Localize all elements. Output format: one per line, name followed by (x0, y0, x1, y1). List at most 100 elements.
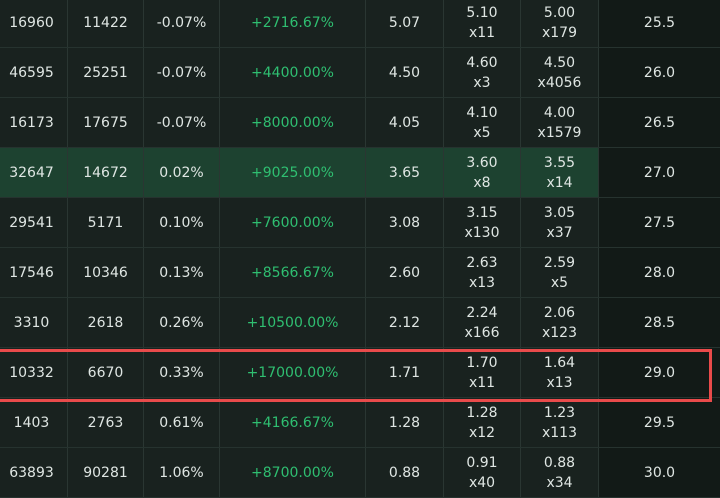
open-interest-cell: 25251 (68, 48, 144, 97)
ask-price: 2.63 (466, 254, 498, 271)
bid-size: x34 (546, 474, 573, 491)
ask-cell[interactable]: 4.10 x5 (444, 98, 521, 147)
change-cell: 0.26% (144, 298, 220, 347)
bid-cell[interactable]: 1.23 x113 (521, 398, 599, 447)
change-cell: 0.13% (144, 248, 220, 297)
ask-cell[interactable]: 0.91 x40 (444, 448, 521, 497)
ask-cell[interactable]: 3.60 x8 (444, 148, 521, 197)
ask-cell[interactable]: 1.70 x11 (444, 348, 521, 397)
bid-size: x14 (546, 174, 573, 191)
last-price-cell: 1.71 (366, 348, 444, 397)
last-price-cell: 3.08 (366, 198, 444, 247)
volume-cell: 17546 (0, 248, 68, 297)
bid-cell[interactable]: 3.05 x37 (521, 198, 599, 247)
bid-size: x1579 (537, 124, 582, 141)
ask-cell[interactable]: 3.15 x130 (444, 198, 521, 247)
ask-cell[interactable]: 2.24 x166 (444, 298, 521, 347)
bid-cell[interactable]: 2.59 x5 (521, 248, 599, 297)
bid-size: x5 (550, 274, 569, 291)
open-interest-cell: 2618 (68, 298, 144, 347)
bid-cell[interactable]: 0.88 x34 (521, 448, 599, 497)
bid-size: x179 (541, 24, 577, 41)
volume-cell: 16173 (0, 98, 68, 147)
table-row[interactable]: 32647 14672 0.02% +9025.00% 3.65 3.60 x8 3.55 x1… (0, 148, 720, 198)
bid-price: 3.05 (543, 204, 576, 221)
ask-size: x5 (473, 124, 491, 141)
change-cell: -0.07% (144, 48, 220, 97)
ask-cell[interactable]: 5.10 x11 (444, 0, 521, 47)
strike-price-cell: 28.5 (599, 298, 720, 347)
change-cell: -0.07% (144, 0, 220, 47)
bid-cell[interactable]: 3.55 x14 (521, 148, 599, 197)
strike-price-cell: 29.0 (599, 348, 720, 397)
open-interest-cell: 17675 (68, 98, 144, 147)
open-interest-cell: 2763 (68, 398, 144, 447)
table-row[interactable]: 10332 6670 0.33% +17000.00% 1.71 1.70 x11 1.64 x… (0, 348, 720, 398)
ask-cell[interactable]: 2.63 x13 (444, 248, 521, 297)
table-row[interactable]: 3310 2618 0.26% +10500.00% 2.12 2.24 x166 2.06 x… (0, 298, 720, 348)
table-row[interactable]: 16173 17675 -0.07% +8000.00% 4.05 4.10 x5 4.00 x… (0, 98, 720, 148)
bid-size: x113 (541, 424, 577, 441)
table-row[interactable]: 46595 25251 -0.07% +4400.00% 4.50 4.60 x3 4.50 x… (0, 48, 720, 98)
percent-change-cell: +7600.00% (220, 198, 366, 247)
ask-price: 5.10 (466, 4, 498, 21)
percent-change-cell: +4166.67% (220, 398, 366, 447)
percent-change-cell: +8566.67% (220, 248, 366, 297)
ask-price: 4.60 (466, 54, 498, 71)
table-row[interactable]: 17546 10346 0.13% +8566.67% 2.60 2.63 x13 2.59 x… (0, 248, 720, 298)
volume-cell: 16960 (0, 0, 68, 47)
open-interest-cell: 11422 (68, 0, 144, 47)
ask-cell[interactable]: 1.28 x12 (444, 398, 521, 447)
last-price-cell: 4.05 (366, 98, 444, 147)
bid-cell[interactable]: 4.50 x4056 (521, 48, 599, 97)
strike-price-cell: 28.0 (599, 248, 720, 297)
change-cell: 0.33% (144, 348, 220, 397)
last-price-cell: 1.28 (366, 398, 444, 447)
open-interest-cell: 14672 (68, 148, 144, 197)
ask-size: x11 (468, 374, 496, 391)
bid-size: x4056 (537, 74, 582, 91)
last-price-cell: 2.12 (366, 298, 444, 347)
bid-cell[interactable]: 2.06 x123 (521, 298, 599, 347)
ask-cell[interactable]: 4.60 x3 (444, 48, 521, 97)
strike-price-cell: 25.5 (599, 0, 720, 47)
percent-change-cell: +8700.00% (220, 448, 366, 497)
ask-price: 4.10 (466, 104, 498, 121)
ask-price: 1.70 (466, 354, 498, 371)
open-interest-cell: 5171 (68, 198, 144, 247)
open-interest-cell: 6670 (68, 348, 144, 397)
bid-price: 5.00 (543, 4, 576, 21)
last-price-cell: 4.50 (366, 48, 444, 97)
strike-price-cell: 27.5 (599, 198, 720, 247)
volume-cell: 63893 (0, 448, 68, 497)
bid-price: 3.55 (543, 154, 576, 171)
percent-change-cell: +2716.67% (220, 0, 366, 47)
percent-change-cell: +17000.00% (220, 348, 366, 397)
ask-price: 3.15 (466, 204, 498, 221)
change-cell: 1.06% (144, 448, 220, 497)
last-price-cell: 0.88 (366, 448, 444, 497)
bid-price: 4.50 (543, 54, 576, 71)
volume-cell: 1403 (0, 398, 68, 447)
bid-cell[interactable]: 5.00 x179 (521, 0, 599, 47)
percent-change-cell: +4400.00% (220, 48, 366, 97)
percent-change-cell: +10500.00% (220, 298, 366, 347)
ask-price: 1.28 (466, 404, 498, 421)
volume-cell: 3310 (0, 298, 68, 347)
bid-cell[interactable]: 4.00 x1579 (521, 98, 599, 147)
bid-price: 0.88 (543, 454, 576, 471)
ask-price: 3.60 (466, 154, 498, 171)
bid-price: 1.23 (543, 404, 576, 421)
ask-size: x40 (468, 474, 496, 491)
ask-size: x3 (473, 74, 491, 91)
table-row[interactable]: 29541 5171 0.10% +7600.00% 3.08 3.15 x130 3.05 x… (0, 198, 720, 248)
percent-change-cell: +8000.00% (220, 98, 366, 147)
table-row[interactable]: 63893 90281 1.06% +8700.00% 0.88 0.91 x40 0.88 x… (0, 448, 720, 498)
bid-cell[interactable]: 1.64 x13 (521, 348, 599, 397)
strike-price-cell: 26.0 (599, 48, 720, 97)
percent-change-cell: +9025.00% (220, 148, 366, 197)
ask-price: 2.24 (466, 304, 498, 321)
table-row[interactable]: 16960 11422 -0.07% +2716.67% 5.07 5.10 x11 5.00… (0, 0, 720, 48)
table-row[interactable]: 1403 2763 0.61% +4166.67% 1.28 1.28 x12 1.23 x11… (0, 398, 720, 448)
ask-size: x8 (473, 174, 491, 191)
